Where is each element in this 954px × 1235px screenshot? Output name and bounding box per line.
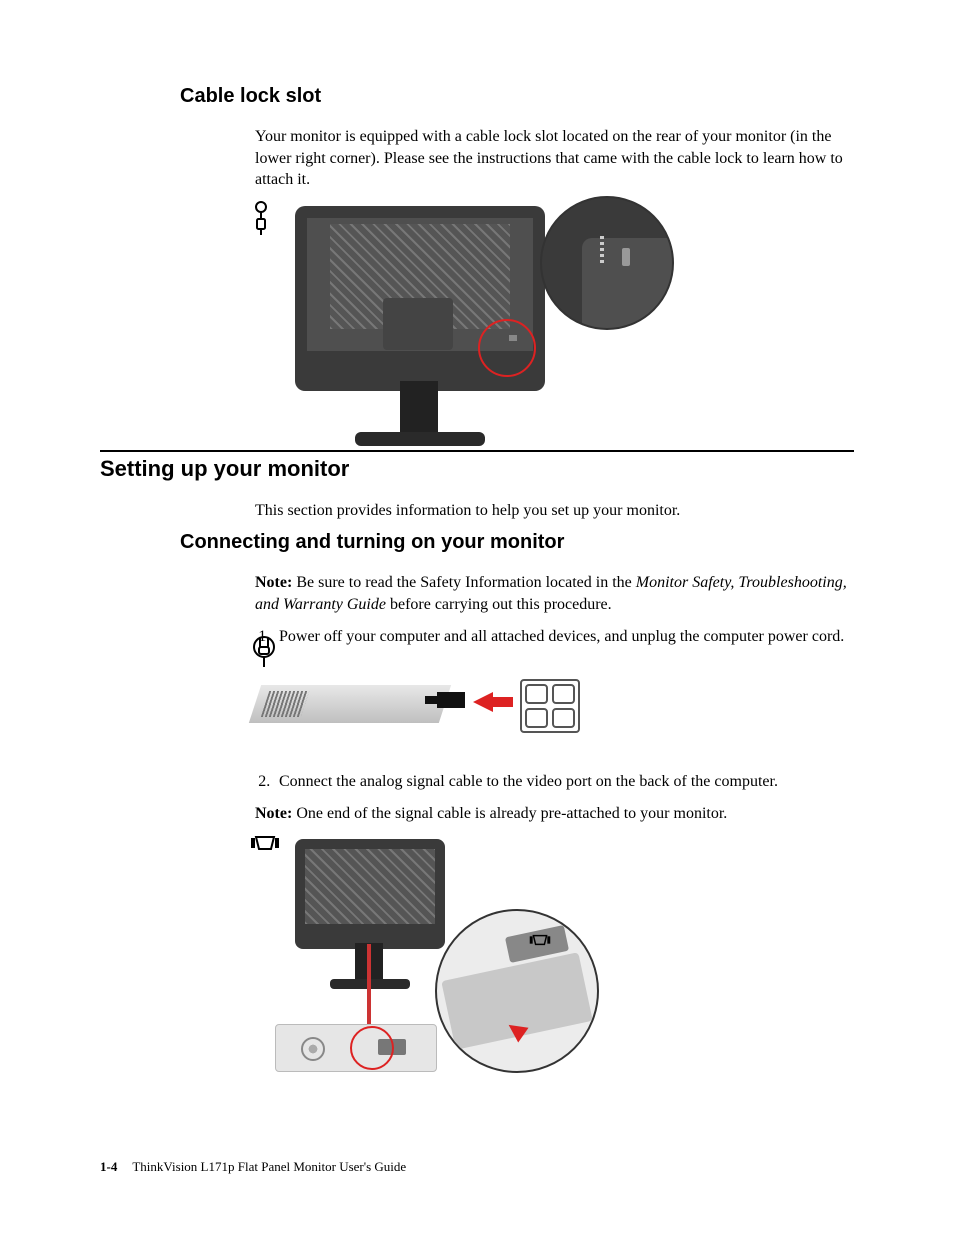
page-number: 1-4 — [100, 1159, 117, 1174]
heading-cable-lock-slot: Cable lock slot — [100, 85, 854, 108]
power-plug-icon — [250, 635, 278, 674]
cable-illustration — [367, 944, 371, 1029]
note-text-post: before carrying out this procedure. — [386, 596, 612, 613]
figure-signal-cable — [255, 834, 615, 1074]
vga-port-icon — [529, 933, 551, 952]
note-cable-attached: Note: One end of the signal cable is alr… — [255, 803, 854, 825]
plug-illustration — [437, 692, 465, 708]
highlight-circle-icon — [478, 319, 536, 377]
note-label: Note: — [255, 574, 292, 591]
wall-outlet-illustration — [520, 679, 580, 733]
zoom-inset — [540, 196, 674, 330]
monitor-small-illustration — [295, 839, 445, 949]
note-text-pre: Be sure to read the Safety Information l… — [296, 574, 635, 591]
lock-icon — [250, 201, 272, 242]
figure-power-cord — [255, 657, 575, 757]
page-footer: 1-4 ThinkVision L171p Flat Panel Monitor… — [100, 1159, 406, 1175]
note-label: Note: — [255, 805, 292, 822]
step-2: Connect the analog signal cable to the v… — [274, 771, 854, 793]
heading-connecting: Connecting and turning on your monitor — [100, 531, 854, 554]
power-supply-illustration — [249, 685, 451, 723]
para-cable-lock: Your monitor is equipped with a cable lo… — [255, 126, 854, 191]
heading-setting-up: Setting up your monitor — [100, 450, 854, 482]
arrow-left-icon — [473, 692, 493, 712]
note2-text: One end of the signal cable is already p… — [296, 805, 727, 822]
note-safety: Note: Be sure to read the Safety Informa… — [255, 572, 854, 615]
zoom-inset — [435, 909, 599, 1073]
figure-cable-lock-slot — [255, 201, 675, 436]
footer-title: ThinkVision L171p Flat Panel Monitor Use… — [132, 1159, 406, 1174]
vga-port-icon — [250, 834, 280, 857]
para-setup-intro: This section provides information to hel… — [255, 500, 854, 522]
step-1: Power off your computer and all attached… — [274, 626, 854, 648]
